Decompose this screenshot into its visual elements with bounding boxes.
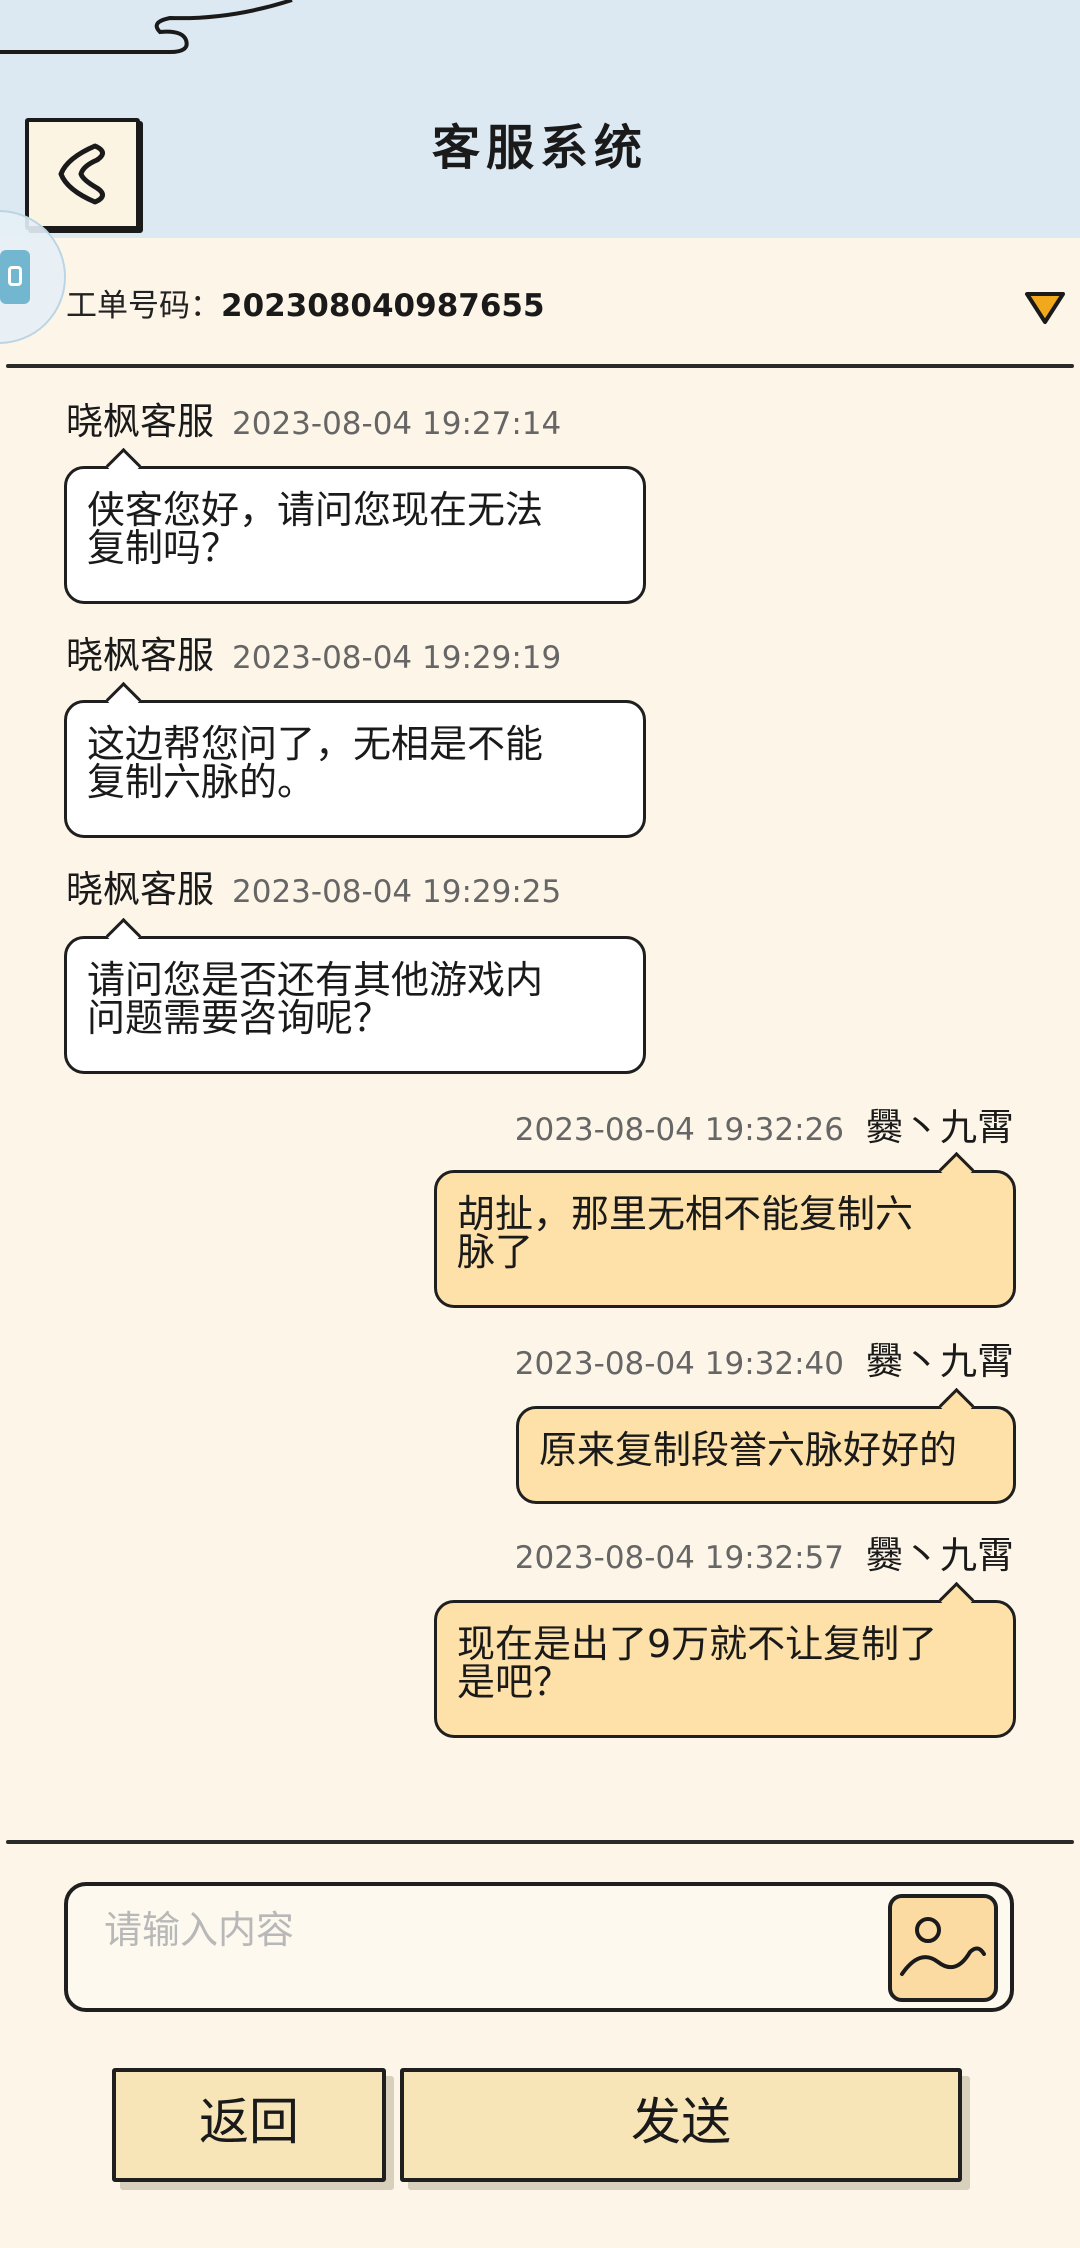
image-icon	[900, 1917, 986, 1976]
message-line: 复制吗？	[87, 526, 240, 570]
customer-service-page: 客服系统 工单号码：202308040987655 晓枫客服 2023-08-04…	[0, 0, 1080, 2248]
message-time: 2023-08-04 19:29:19	[232, 640, 562, 676]
message-line: 原来复制段誉六脉好好的	[539, 1428, 958, 1472]
agent-message-bubble: 请问您是否还有其他游戏内 问题需要咨询呢？	[64, 936, 646, 1074]
user-message-bubble: 原来复制段誉六脉好好的	[516, 1406, 1016, 1504]
message-time: 2023-08-04 19:29:25	[232, 874, 562, 910]
message-header: 2023-08-04 19:32:26 爨丶九霄	[515, 1106, 1014, 1152]
message-line: 侠客您好，请问您现在无法	[87, 488, 544, 532]
return-button[interactable]: 返回	[112, 2068, 386, 2182]
sender-name: 爨丶九霄	[866, 1340, 1014, 1383]
message-header: 晓枫客服 2023-08-04 19:27:14	[66, 400, 561, 446]
ticket-info: 工单号码：202308040987655	[66, 284, 545, 328]
message-input[interactable]	[102, 1904, 906, 1956]
message-line: 胡扯，那里无相不能复制六	[457, 1192, 914, 1236]
agent-message-bubble: 这边帮您问了，无相是不能 复制六脉的。	[64, 700, 646, 838]
assistant-icon	[0, 250, 30, 304]
message-input-box	[64, 1882, 1014, 2012]
message-header: 晓枫客服 2023-08-04 19:29:19	[66, 634, 561, 680]
sender-name: 晓枫客服	[66, 634, 214, 677]
message-line: 问题需要咨询呢？	[87, 996, 392, 1040]
ticket-number: 202308040987655	[221, 288, 545, 324]
message-time: 2023-08-04 19:32:26	[514, 1112, 844, 1148]
page-title: 客服系统	[431, 120, 648, 176]
message-line: 现在是出了9万就不让复制了	[457, 1622, 938, 1666]
message-line: 脉了	[457, 1230, 534, 1274]
message-line: 请问您是否还有其他游戏内	[87, 958, 544, 1002]
message-time: 2023-08-04 19:27:14	[232, 406, 562, 442]
message-header: 2023-08-04 19:32:40 爨丶九霄	[515, 1340, 1014, 1386]
message-header: 2023-08-04 19:32:57 爨丶九霄	[515, 1534, 1014, 1580]
dropdown-triangle-icon[interactable]	[1024, 290, 1066, 326]
ticket-label: 工单号码：	[66, 288, 221, 324]
sender-name: 爨丶九霄	[866, 1534, 1014, 1577]
message-line: 是吧？	[457, 1660, 572, 1704]
message-time: 2023-08-04 19:32:40	[514, 1346, 844, 1382]
send-button[interactable]: 发送	[400, 2068, 962, 2182]
message-line: 这边帮您问了，无相是不能	[87, 722, 544, 766]
sender-name: 晓枫客服	[66, 868, 214, 911]
message-header: 晓枫客服 2023-08-04 19:29:25	[66, 868, 561, 914]
image-upload-button[interactable]	[888, 1894, 998, 2002]
user-message-bubble: 胡扯，那里无相不能复制六 脉了	[434, 1170, 1016, 1308]
user-message-bubble: 现在是出了9万就不让复制了 是吧？	[434, 1600, 1016, 1738]
sender-name: 晓枫客服	[66, 400, 214, 443]
message-line: 复制六脉的。	[87, 760, 316, 804]
divider-bottom	[6, 1840, 1074, 1844]
sender-name: 爨丶九霄	[866, 1106, 1014, 1149]
agent-message-bubble: 侠客您好，请问您现在无法 复制吗？	[64, 466, 646, 604]
divider-top	[6, 364, 1074, 368]
cloud-decoration	[0, 0, 293, 54]
header-bar: 客服系统	[0, 0, 1080, 238]
message-time: 2023-08-04 19:32:57	[514, 1540, 844, 1576]
